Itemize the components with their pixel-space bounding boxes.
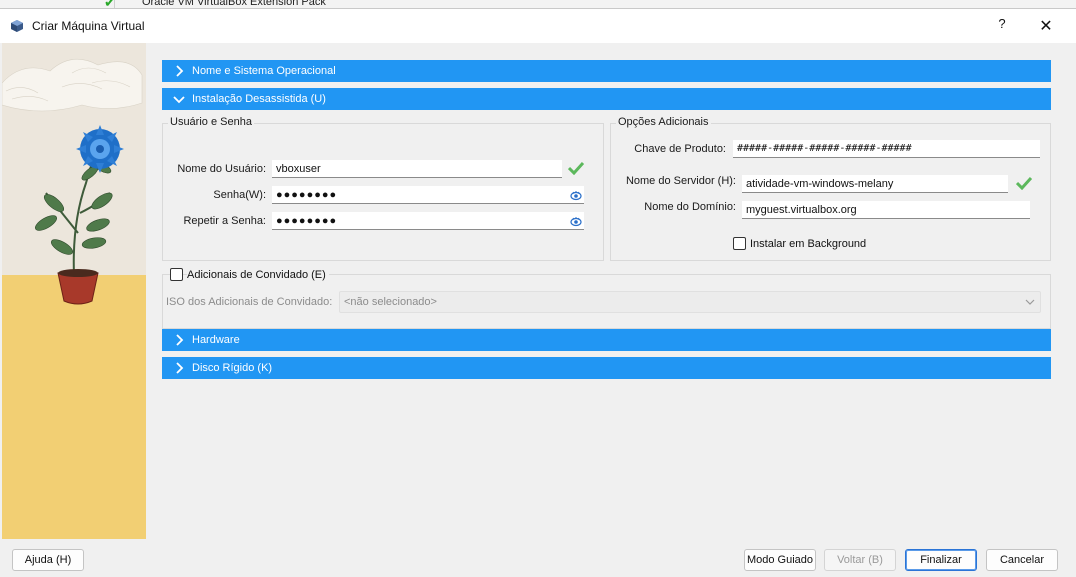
username-field[interactable]: vboxuser: [272, 160, 562, 178]
section-unattended-label: Instalação Desassistida (U): [192, 93, 326, 105]
iso-select[interactable]: <não selecionado>: [339, 291, 1041, 313]
help-footer-button[interactable]: Ajuda (H): [12, 549, 84, 571]
show-repeat-password-icon[interactable]: [570, 216, 582, 228]
username-label: Nome do Usuário:: [177, 163, 266, 175]
chevron-right-icon: [176, 334, 184, 346]
button-bar: Ajuda (H) Modo Guiado Voltar (B) Finaliz…: [0, 539, 1076, 577]
wizard-illustration: [2, 43, 146, 539]
show-password-icon[interactable]: [570, 190, 582, 202]
install-background-checkbox[interactable]: [733, 237, 746, 250]
guest-additions-label: Adicionais de Convidado (E): [187, 269, 329, 281]
domain-field[interactable]: myguest.virtualbox.org: [742, 201, 1030, 219]
help-button[interactable]: ?: [994, 16, 1010, 36]
password-label: Senha(W):: [213, 189, 266, 201]
close-button[interactable]: ✕: [1036, 16, 1056, 36]
guest-additions-checkbox[interactable]: [170, 268, 183, 281]
section-name-os-label: Nome e Sistema Operacional: [192, 65, 336, 77]
product-key-label: Chave de Produto:: [634, 143, 726, 155]
section-disk[interactable]: Disco Rígido (K): [162, 357, 1051, 379]
valid-check-icon: [1016, 176, 1032, 190]
background-item-label: Oracle VM VirtualBox Extension Pack: [142, 0, 326, 8]
section-hardware[interactable]: Hardware: [162, 329, 1051, 351]
chevron-down-icon: [173, 96, 185, 104]
iso-label: ISO dos Adicionais de Convidado:: [166, 296, 333, 308]
virtualbox-icon: [11, 20, 23, 32]
section-unattended[interactable]: Instalação Desassistida (U): [162, 88, 1051, 110]
cancel-button[interactable]: Cancelar: [986, 549, 1058, 571]
section-hardware-label: Hardware: [192, 334, 240, 346]
user-password-group-title: Usuário e Senha: [168, 116, 254, 128]
dialog-title: Criar Máquina Virtual: [32, 19, 145, 33]
title-bar: Criar Máquina Virtual ? ✕: [0, 9, 1076, 43]
create-vm-dialog: Criar Máquina Virtual ? ✕ Nome e Sistema…: [0, 8, 1076, 577]
finish-button[interactable]: Finalizar: [905, 549, 977, 571]
section-name-os[interactable]: Nome e Sistema Operacional: [162, 60, 1051, 82]
chevron-right-icon: [176, 362, 184, 374]
chevron-right-icon: [176, 65, 184, 77]
repeat-password-field[interactable]: ●●●●●●●●: [272, 212, 584, 230]
additional-options-group-title: Opções Adicionais: [616, 116, 711, 128]
valid-check-icon: [568, 161, 584, 175]
iso-select-value: <não selecionado>: [344, 296, 437, 308]
section-disk-label: Disco Rígido (K): [192, 362, 273, 374]
back-button[interactable]: Voltar (B): [824, 549, 896, 571]
domain-label: Nome do Domínio:: [644, 201, 736, 213]
product-key-field[interactable]: #####-#####-#####-#####-#####: [733, 140, 1040, 158]
install-background-label: Instalar em Background: [750, 238, 867, 250]
hostname-label: Nome do Servidor (H):: [625, 175, 736, 187]
repeat-password-label: Repetir a Senha:: [183, 215, 266, 227]
hostname-field[interactable]: atividade-vm-windows-melany: [742, 175, 1008, 193]
guided-mode-button[interactable]: Modo Guiado: [744, 549, 816, 571]
chevron-down-icon: [1025, 299, 1035, 305]
password-field[interactable]: ●●●●●●●●: [272, 186, 584, 204]
